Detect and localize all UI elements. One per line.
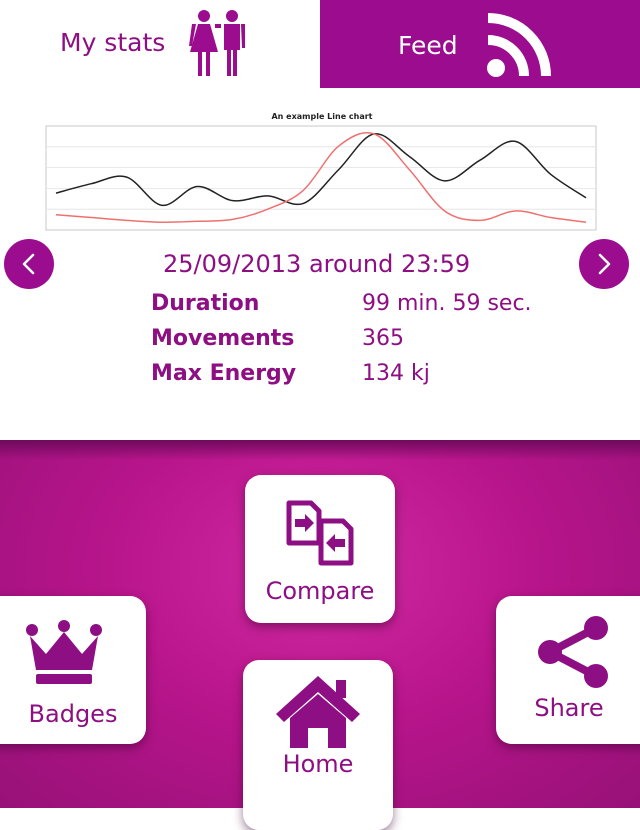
line-chart: An example Line chart [45, 112, 597, 231]
share-button[interactable]: Share [496, 596, 640, 744]
chart-title: An example Line chart [271, 112, 372, 121]
tab-my-stats[interactable]: My stats [0, 0, 320, 88]
stat-max-energy-value: 134 kj [362, 361, 430, 386]
home-label: Home [282, 750, 354, 778]
share-icon [538, 616, 608, 688]
home-button[interactable]: Home [243, 660, 393, 830]
rss-feed-icon [487, 13, 551, 77]
couple-icon [189, 10, 245, 76]
panel-shadow [0, 440, 640, 460]
stat-movements-value: 365 [362, 326, 404, 351]
tab-feed[interactable]: Feed [320, 0, 640, 88]
chevron-left-icon [22, 253, 35, 275]
stat-duration-value: 99 min. 59 sec. [362, 291, 532, 316]
session-date: 25/09/2013 around 23:59 [163, 250, 471, 278]
badges-label: Badges [28, 700, 118, 728]
next-button[interactable] [579, 239, 629, 289]
previous-button[interactable] [4, 239, 54, 289]
crown-icon [26, 620, 102, 684]
compare-label: Compare [265, 577, 375, 605]
stat-duration-label: Duration [151, 291, 260, 316]
chevron-right-icon [598, 253, 611, 275]
tab-feed-label: Feed [398, 31, 458, 60]
home-icon [276, 676, 360, 748]
stat-movements-label: Movements [151, 326, 295, 351]
compare-button[interactable]: Compare [245, 475, 395, 623]
tab-my-stats-label: My stats [60, 28, 166, 57]
badges-button[interactable]: Badges [0, 596, 146, 744]
compare-icon [286, 500, 354, 566]
tab-bar: My stats Feed [0, 0, 640, 88]
share-label: Share [534, 694, 604, 722]
stat-max-energy-label: Max Energy [151, 361, 297, 386]
